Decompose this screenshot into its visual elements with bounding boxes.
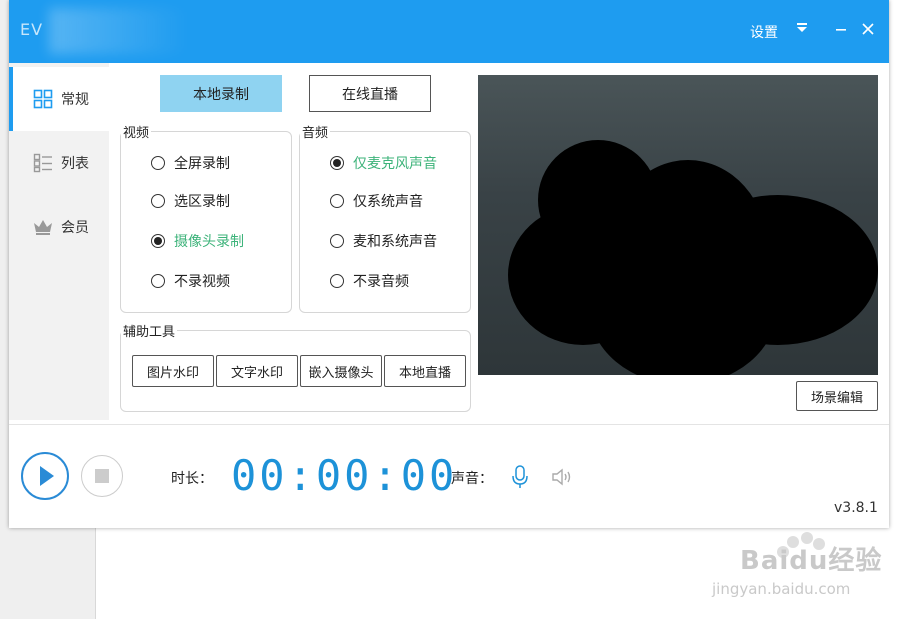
radio-mic-only[interactable]: 仅麦克风声音 (330, 153, 437, 173)
radio-region-record[interactable]: 选区录制 (151, 191, 230, 211)
tools-group-title: 辅助工具 (121, 321, 178, 340)
image-watermark-button[interactable]: 图片水印 (132, 355, 214, 387)
radio-mic-and-system[interactable]: 麦和系统声音 (330, 231, 437, 251)
close-icon[interactable] (857, 18, 879, 42)
logo-blur (49, 8, 189, 54)
list-icon (33, 153, 53, 173)
microphone-icon[interactable] (510, 465, 530, 489)
radio-circle (151, 274, 165, 288)
app-logo: EV (20, 20, 44, 39)
tab-live-stream[interactable]: 在线直播 (309, 75, 431, 112)
minimize-icon[interactable] (830, 18, 852, 42)
radio-label: 全屏录制 (174, 156, 230, 172)
version-label: v3.8.1 (834, 500, 878, 516)
sound-label: 声音： (451, 471, 493, 487)
video-group-title: 视频 (121, 122, 152, 141)
radio-label: 选区录制 (174, 194, 230, 210)
sidebar: 常规 列表 会员 (9, 63, 109, 420)
local-live-button[interactable]: 本地直播 (384, 355, 466, 387)
radio-circle (330, 156, 344, 170)
radio-circle (330, 194, 344, 208)
radio-circle (330, 234, 344, 248)
radio-circle (151, 234, 165, 248)
dropdown-menu-icon[interactable] (791, 18, 813, 42)
text-watermark-button[interactable]: 文字水印 (216, 355, 298, 387)
camera-preview (478, 75, 878, 375)
radio-circle (151, 156, 165, 170)
redaction-blob (588, 225, 778, 375)
radio-label: 不录音频 (353, 274, 409, 290)
radio-fullscreen-record[interactable]: 全屏录制 (151, 153, 230, 173)
watermark-brand: Baidu经验 (740, 546, 883, 576)
settings-button[interactable]: 设置 (750, 22, 778, 42)
grid-icon (33, 89, 53, 109)
stop-button[interactable] (81, 455, 123, 497)
radio-label: 不录视频 (174, 274, 230, 290)
radio-no-audio[interactable]: 不录音频 (330, 271, 409, 291)
sidebar-item-label: 列表 (61, 156, 89, 172)
bottom-bar: 时长： 00:00:00 声音： v3.8.1 (9, 424, 889, 529)
title-bar[interactable]: EV 设置 (9, 0, 889, 63)
play-icon (40, 466, 54, 486)
duration-timer: 00:00:00 (231, 451, 458, 500)
radio-label: 仅系统声音 (353, 194, 423, 210)
play-button[interactable] (21, 452, 69, 500)
sidebar-item-label: 常规 (61, 92, 89, 108)
radio-circle (151, 194, 165, 208)
radio-label: 麦和系统声音 (353, 234, 437, 250)
radio-circle (330, 274, 344, 288)
sidebar-item-member[interactable]: 会员 (9, 195, 109, 259)
sidebar-item-label: 会员 (61, 220, 89, 236)
radio-label: 摄像头录制 (174, 234, 244, 250)
tab-local-record[interactable]: 本地录制 (160, 75, 282, 112)
scene-edit-button[interactable]: 场景编辑 (796, 381, 878, 411)
sidebar-item-general[interactable]: 常规 (9, 67, 109, 131)
audio-group-title: 音频 (300, 122, 331, 141)
ev-recorder-window: EV 设置 常规 列表 会员 本地录制 在线直播 视频 全屏录制 选区录制 摄像… (9, 0, 889, 528)
duration-label: 时长： (171, 471, 213, 487)
crown-icon (33, 217, 53, 237)
embed-camera-button[interactable]: 嵌入摄像头 (300, 355, 382, 387)
stop-icon (95, 469, 109, 483)
radio-system-only[interactable]: 仅系统声音 (330, 191, 423, 211)
speaker-icon[interactable] (551, 467, 575, 487)
radio-camera-record[interactable]: 摄像头录制 (151, 231, 244, 251)
radio-no-video[interactable]: 不录视频 (151, 271, 230, 291)
sidebar-item-list[interactable]: 列表 (9, 131, 109, 195)
radio-label: 仅麦克风声音 (353, 156, 437, 172)
watermark-site: jingyan.baidu.com (712, 580, 851, 598)
